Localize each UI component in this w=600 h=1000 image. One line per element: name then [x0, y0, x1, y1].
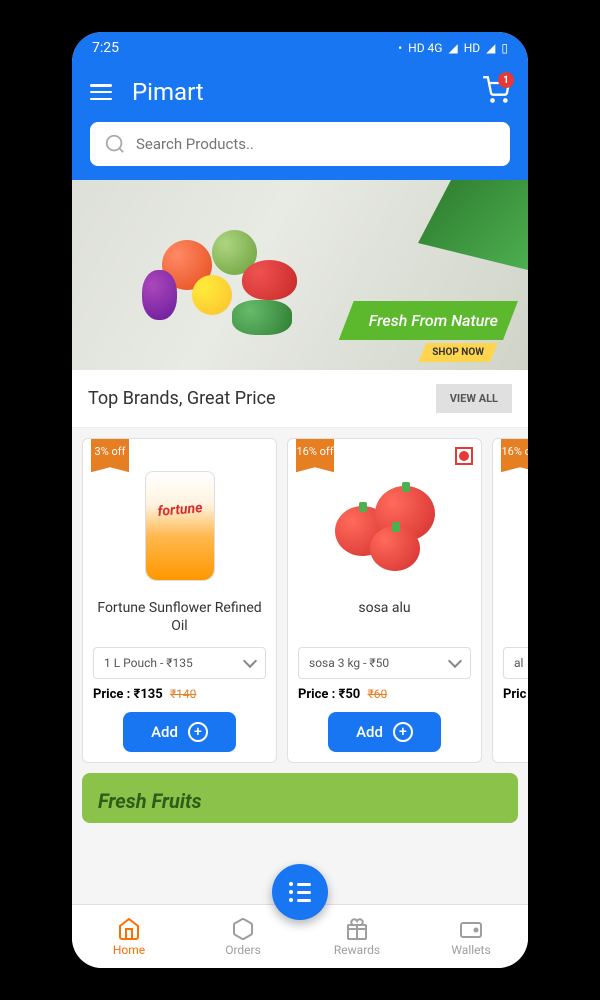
- price-label: Price :: [93, 687, 134, 702]
- add-label: Add: [151, 723, 178, 741]
- search-input[interactable]: [136, 135, 496, 153]
- discount-ribbon: 16% off: [501, 439, 528, 472]
- nav-label: Orders: [225, 943, 261, 957]
- product-image: [503, 461, 528, 591]
- veg-indicator-icon: [455, 447, 473, 465]
- product-card[interactable]: 3% off fortune Fortune Sunflower Refined…: [82, 438, 277, 763]
- variant-label: 1 L Pouch - ₹135: [104, 656, 193, 670]
- nav-label: Home: [113, 943, 145, 957]
- nav-label: Rewards: [334, 943, 380, 957]
- price-old: ₹60: [368, 687, 388, 701]
- battery-icon: ▯: [501, 41, 508, 55]
- chevron-down-icon: [448, 654, 462, 668]
- add-label: Add: [356, 723, 383, 741]
- search-icon: [104, 133, 126, 155]
- nav-label: Wallets: [451, 943, 490, 957]
- network-indicator: HD 4G: [408, 41, 442, 55]
- phone-frame: 7:25 • HD 4G ◢ HD ◢ ▯ Pimart: [60, 20, 540, 980]
- fresh-fruits-title: Fresh Fruits: [98, 789, 502, 813]
- variant-label: al: [514, 656, 523, 670]
- section-title: Top Brands, Great Price: [88, 388, 276, 409]
- menu-icon[interactable]: [90, 84, 112, 100]
- product-name: Fortune Sunflower Refined Oil: [93, 599, 266, 639]
- signal-icon: ◢: [448, 41, 457, 55]
- app-header: Pimart 1: [72, 64, 528, 180]
- fab-list-button[interactable]: [272, 864, 328, 920]
- price-row: Price : ₹135 ₹140: [93, 687, 266, 702]
- network-indicator-2: HD: [464, 41, 480, 55]
- app-title: Pimart: [132, 78, 204, 106]
- price-current: ₹135: [134, 687, 163, 702]
- cart-badge: 1: [498, 72, 514, 88]
- status-time: 7:25: [92, 40, 119, 56]
- product-card[interactable]: 16% off al Pric: [492, 438, 528, 763]
- chevron-down-icon: [243, 654, 257, 668]
- orders-icon: [231, 917, 255, 941]
- add-button[interactable]: Add +: [123, 712, 235, 752]
- variant-label: sosa 3 kg - ₹50: [309, 656, 389, 670]
- header-left: Pimart: [90, 78, 204, 106]
- list-icon: [289, 882, 311, 902]
- banner-tag-text: Fresh From Nature: [369, 311, 498, 330]
- plus-icon: +: [393, 722, 413, 742]
- product-card[interactable]: 16% off sosa alu sosa 3 kg - ₹50: [287, 438, 482, 763]
- header-top: Pimart 1: [90, 76, 510, 108]
- price-current: ₹50: [339, 687, 361, 702]
- product-name: sosa alu: [298, 599, 471, 639]
- products-row[interactable]: 3% off fortune Fortune Sunflower Refined…: [72, 428, 528, 773]
- nav-home[interactable]: Home: [72, 905, 186, 968]
- search-bar[interactable]: [90, 122, 510, 166]
- section-header: Top Brands, Great Price VIEW ALL: [72, 370, 528, 428]
- status-bar: 7:25 • HD 4G ◢ HD ◢ ▯: [72, 32, 528, 64]
- price-label: Price :: [298, 687, 339, 702]
- content-scroll[interactable]: Fresh From Nature SHOP NOW Top Brands, G…: [72, 180, 528, 904]
- view-all-button[interactable]: VIEW ALL: [436, 384, 512, 413]
- nav-wallets[interactable]: Wallets: [414, 905, 528, 968]
- add-button[interactable]: Add +: [328, 712, 440, 752]
- price-label: Pric: [503, 687, 526, 702]
- phone-screen: 7:25 • HD 4G ◢ HD ◢ ▯ Pimart: [72, 32, 528, 968]
- banner-leaf-decoration: [418, 180, 528, 270]
- rewards-icon: [345, 917, 369, 941]
- cart-button[interactable]: 1: [482, 76, 510, 108]
- plus-icon: +: [188, 722, 208, 742]
- hero-banner[interactable]: Fresh From Nature SHOP NOW: [72, 180, 528, 370]
- produce-image: [122, 200, 342, 350]
- status-indicators: • HD 4G ◢ HD ◢ ▯: [398, 41, 508, 55]
- product-image: fortune: [93, 461, 266, 591]
- price-old: ₹140: [170, 687, 196, 701]
- product-name: [503, 599, 528, 639]
- banner-tag: Fresh From Nature: [339, 301, 518, 340]
- signal-icon-2: ◢: [486, 41, 495, 55]
- wallet-icon: [459, 917, 483, 941]
- variant-selector[interactable]: sosa 3 kg - ₹50: [298, 647, 471, 679]
- fresh-fruits-banner[interactable]: Fresh Fruits: [82, 773, 518, 823]
- price-row: Pric: [503, 687, 528, 702]
- home-icon: [117, 917, 141, 941]
- shop-now-button[interactable]: SHOP NOW: [418, 343, 498, 362]
- product-image: [298, 461, 471, 591]
- nav-rewards[interactable]: Rewards: [300, 905, 414, 968]
- price-row: Price : ₹50 ₹60: [298, 687, 471, 702]
- variant-selector[interactable]: al: [503, 647, 528, 679]
- variant-selector[interactable]: 1 L Pouch - ₹135: [93, 647, 266, 679]
